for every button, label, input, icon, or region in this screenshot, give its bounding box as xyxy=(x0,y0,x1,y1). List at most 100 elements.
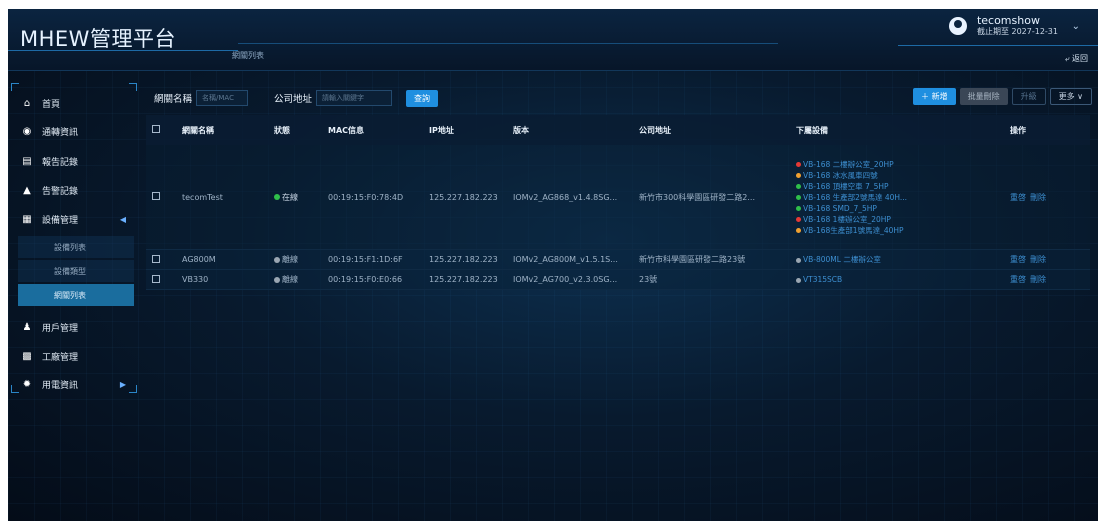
row-actions: 重啓 刪除 xyxy=(1010,192,1090,203)
device-status-icon xyxy=(796,228,801,233)
status-offline-icon xyxy=(274,276,280,283)
status-offline-icon xyxy=(274,256,280,263)
status-cell: 在線 xyxy=(274,192,328,203)
sidebar-item-home[interactable]: ⌂ 首頁 xyxy=(18,89,134,117)
batch-delete-button[interactable]: 批量刪除 xyxy=(959,87,1008,105)
back-label: 返回 xyxy=(1072,54,1088,63)
more-dropdown[interactable]: 更多 ∨ xyxy=(1049,87,1092,105)
row-checkbox[interactable] xyxy=(152,192,160,200)
device-item[interactable]: VB-800ML 二樓辦公室 xyxy=(796,254,1006,265)
select-all-checkbox[interactable] xyxy=(152,125,160,133)
header-divider-mid xyxy=(238,43,778,44)
device-status-icon xyxy=(796,162,801,167)
sidebar-item-label: 工廠管理 xyxy=(42,352,79,363)
company-address-label: 公司地址 xyxy=(274,94,313,105)
col-header-address: 公司地址 xyxy=(639,125,671,135)
table-header: 網關名稱 狀態 MAC信息 IP地址 版本 公司地址 下屬設備 操作 xyxy=(146,115,1090,145)
restart-link[interactable]: 重啓 xyxy=(1010,193,1026,202)
factory-icon: ▩ xyxy=(22,350,32,362)
sidebar-item-network[interactable]: ◉ 通轉資訊 xyxy=(18,117,134,145)
chevron-left-icon: ◀ xyxy=(119,214,126,224)
device-status-icon xyxy=(796,277,801,283)
device-item[interactable]: VB-168 1樓辦公室_20HP xyxy=(796,214,1006,225)
device-item[interactable]: VB-168 SMD_7_5HP xyxy=(796,203,1006,214)
top-header: MHEW管理平台 網關列表 tecomshow 截止期至 2027-12-31 … xyxy=(8,9,1098,71)
device-link[interactable]: VB-168 頂樓空車 7_5HP xyxy=(803,182,889,191)
delete-link[interactable]: 刪除 xyxy=(1030,193,1046,202)
delete-link[interactable]: 刪除 xyxy=(1030,255,1046,264)
header-divider-left xyxy=(8,50,238,51)
device-status-icon xyxy=(796,173,801,178)
row-checkbox[interactable] xyxy=(152,274,160,283)
device-item[interactable]: VB-168 生產部2號馬達 40H... xyxy=(796,192,1006,203)
firmware-version: IOMv2_AG800M_v1.5.1S... xyxy=(513,255,618,264)
device-link[interactable]: VB-168 1樓辦公室_20HP xyxy=(803,215,891,224)
sidebar-item-reports[interactable]: ▤ 報告記錄 xyxy=(18,147,134,175)
gateway-name-input[interactable]: 名稱/MAC xyxy=(196,90,249,106)
ip-address: 125.227.182.223 xyxy=(429,192,498,202)
status-cell: 離線 xyxy=(274,274,328,285)
device-link[interactable]: VB-168 生產部2號馬達 40H... xyxy=(803,193,907,202)
sidebar-item-factory[interactable]: ▩ 工廠管理 xyxy=(18,342,134,370)
device-status-icon xyxy=(796,195,801,200)
sidebar-item-label: 告警記錄 xyxy=(42,186,79,197)
sidebar-item-users[interactable]: ♟ 用戶管理 xyxy=(18,313,134,341)
gear-icon: ✹ xyxy=(22,378,32,390)
device-link[interactable]: VB-168生產部1號馬達_40HP xyxy=(803,226,904,235)
sidebar-item-label: 報告記錄 xyxy=(42,157,79,168)
sidebar-item-device-management[interactable]: ▦ 設備管理 ◀ xyxy=(18,205,134,233)
select-all-cell xyxy=(146,125,182,135)
delete-link[interactable]: 刪除 xyxy=(1030,275,1046,284)
restart-link[interactable]: 重啓 xyxy=(1010,255,1026,264)
company-address-placeholder: 請輸入關鍵字 xyxy=(322,94,365,102)
device-item[interactable]: VB-168生產部1號馬達_40HP xyxy=(796,225,1006,236)
chevron-down-icon[interactable]: ⌄ xyxy=(1072,21,1080,32)
sidebar: ⌂ 首頁 ◉ 通轉資訊 ▤ 報告記錄 ▲ 告警記錄 ▦ 設備管理 ◀ 設備列表 … xyxy=(8,83,137,393)
restart-link[interactable]: 重啓 xyxy=(1010,275,1026,284)
row-select-cell xyxy=(146,274,182,285)
sidebar-item-power[interactable]: ✹ 用電資訊 ▶ xyxy=(18,370,134,398)
app-title: MHEW管理平台 xyxy=(20,27,176,51)
sidebar-subitem-device-types[interactable]: 設備類型 xyxy=(18,260,134,282)
mac-address: 00:19:15:F0:78:4D xyxy=(328,192,404,202)
company-address: 23號 xyxy=(639,275,658,284)
col-header-devices: 下屬設備 xyxy=(796,125,828,135)
row-select-cell xyxy=(146,192,182,202)
row-checkbox[interactable] xyxy=(152,254,160,263)
sidebar-subitem-gateway-list[interactable]: 網關列表 xyxy=(18,284,134,306)
table-row[interactable]: AG800M 離線 00:19:15:F1:1D:6F 125.227.182.… xyxy=(146,250,1090,270)
col-header-name: 網關名稱 xyxy=(182,125,214,135)
device-link[interactable]: VB-800ML 二樓辦公室 xyxy=(803,255,881,264)
sidebar-subitem-device-list[interactable]: 設備列表 xyxy=(18,236,134,258)
status-text: 離線 xyxy=(282,275,298,284)
query-button[interactable]: 查詢 xyxy=(406,89,439,107)
device-link[interactable]: VB-168 二樓辦公室_20HP xyxy=(803,160,894,169)
row-actions: 重啓 刪除 xyxy=(1010,274,1090,285)
status-text: 離線 xyxy=(282,255,298,264)
device-item[interactable]: VB-168 頂樓空車 7_5HP xyxy=(796,181,1006,192)
device-status-icon xyxy=(796,257,801,263)
user-avatar-icon xyxy=(948,17,967,35)
col-header-mac: MAC信息 xyxy=(328,125,365,135)
device-item[interactable]: VB-168 冰水風車四號 xyxy=(796,170,1006,181)
device-link[interactable]: VB-168 SMD_7_5HP xyxy=(803,204,877,213)
user-menu[interactable]: tecomshow 截止期至 2027-12-31 xyxy=(948,15,1058,37)
app-window: MHEW管理平台 網關列表 tecomshow 截止期至 2027-12-31 … xyxy=(8,9,1098,521)
ip-address: 125.227.182.223 xyxy=(429,255,498,264)
device-status-icon xyxy=(796,184,801,189)
company-address-input[interactable]: 請輸入關鍵字 xyxy=(316,90,393,106)
device-item[interactable]: VB-168 二樓辦公室_20HP xyxy=(796,159,1006,170)
table-row[interactable]: tecomTest 在線 00:19:15:F0:78:4D 125.227.1… xyxy=(146,145,1090,250)
sidebar-item-alarms[interactable]: ▲ 告警記錄 xyxy=(18,176,134,204)
device-link[interactable]: VB-168 冰水風車四號 xyxy=(803,171,878,180)
back-button[interactable]: ⤶ 返回 xyxy=(1065,53,1088,64)
user-expire-date: 截止期至 2027-12-31 xyxy=(976,27,1058,36)
sidebar-item-label: 通轉資訊 xyxy=(42,127,79,138)
add-button[interactable]: ＋ 新增 xyxy=(913,87,956,105)
table-row[interactable]: VB330 離線 00:19:15:F0:E0:66 125.227.182.2… xyxy=(146,270,1090,290)
upgrade-button[interactable]: 升級 xyxy=(1011,87,1046,105)
device-link[interactable]: VT315SCB xyxy=(803,275,842,284)
bell-icon: ▲ xyxy=(23,184,31,196)
col-header-ip: IP地址 xyxy=(429,125,454,135)
device-item[interactable]: VT315SCB xyxy=(796,274,1006,285)
